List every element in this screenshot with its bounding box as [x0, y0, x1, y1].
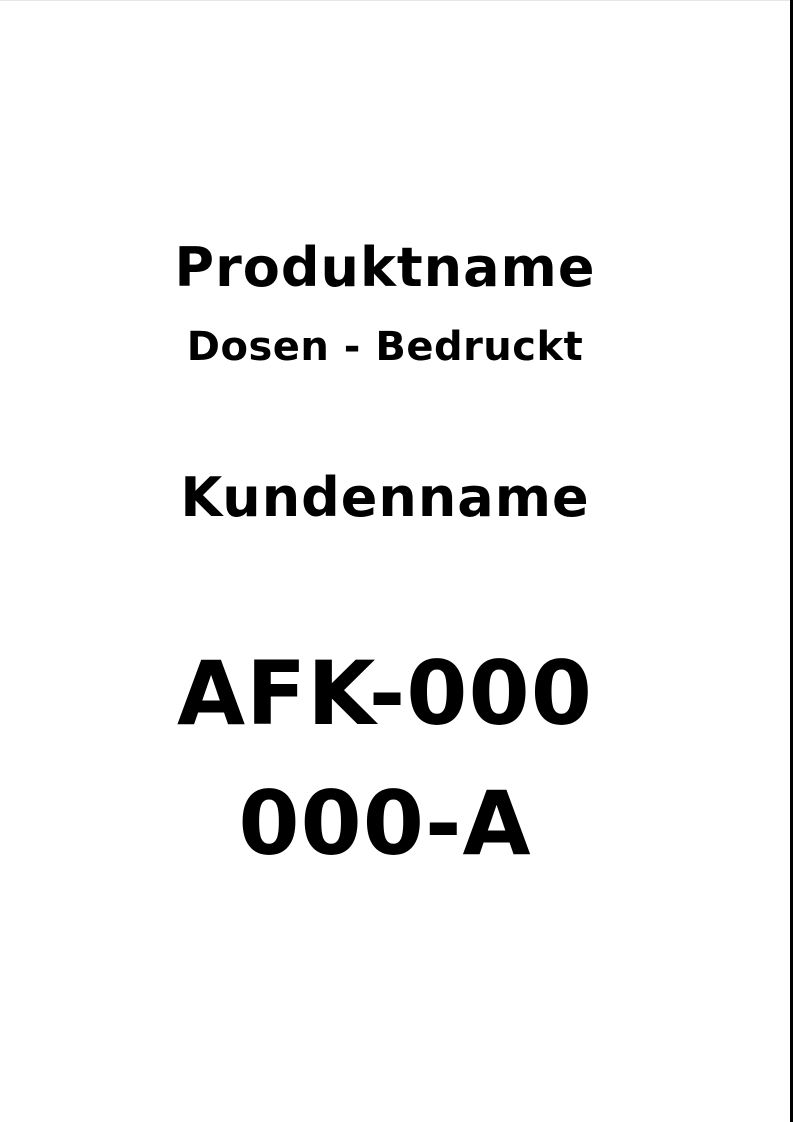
order-number-line-1: AFK-000 — [177, 642, 593, 745]
order-number: AFK-000 000-A — [0, 629, 770, 889]
product-name: Produktname — [174, 236, 596, 299]
product-variant: Dosen - Bedruckt — [186, 324, 584, 370]
label-page: Produktname Dosen - Bedruckt Kundenname … — [0, 0, 790, 1122]
order-number-line-2: 000-A — [238, 772, 532, 875]
customer-name: Kundenname — [180, 466, 590, 529]
